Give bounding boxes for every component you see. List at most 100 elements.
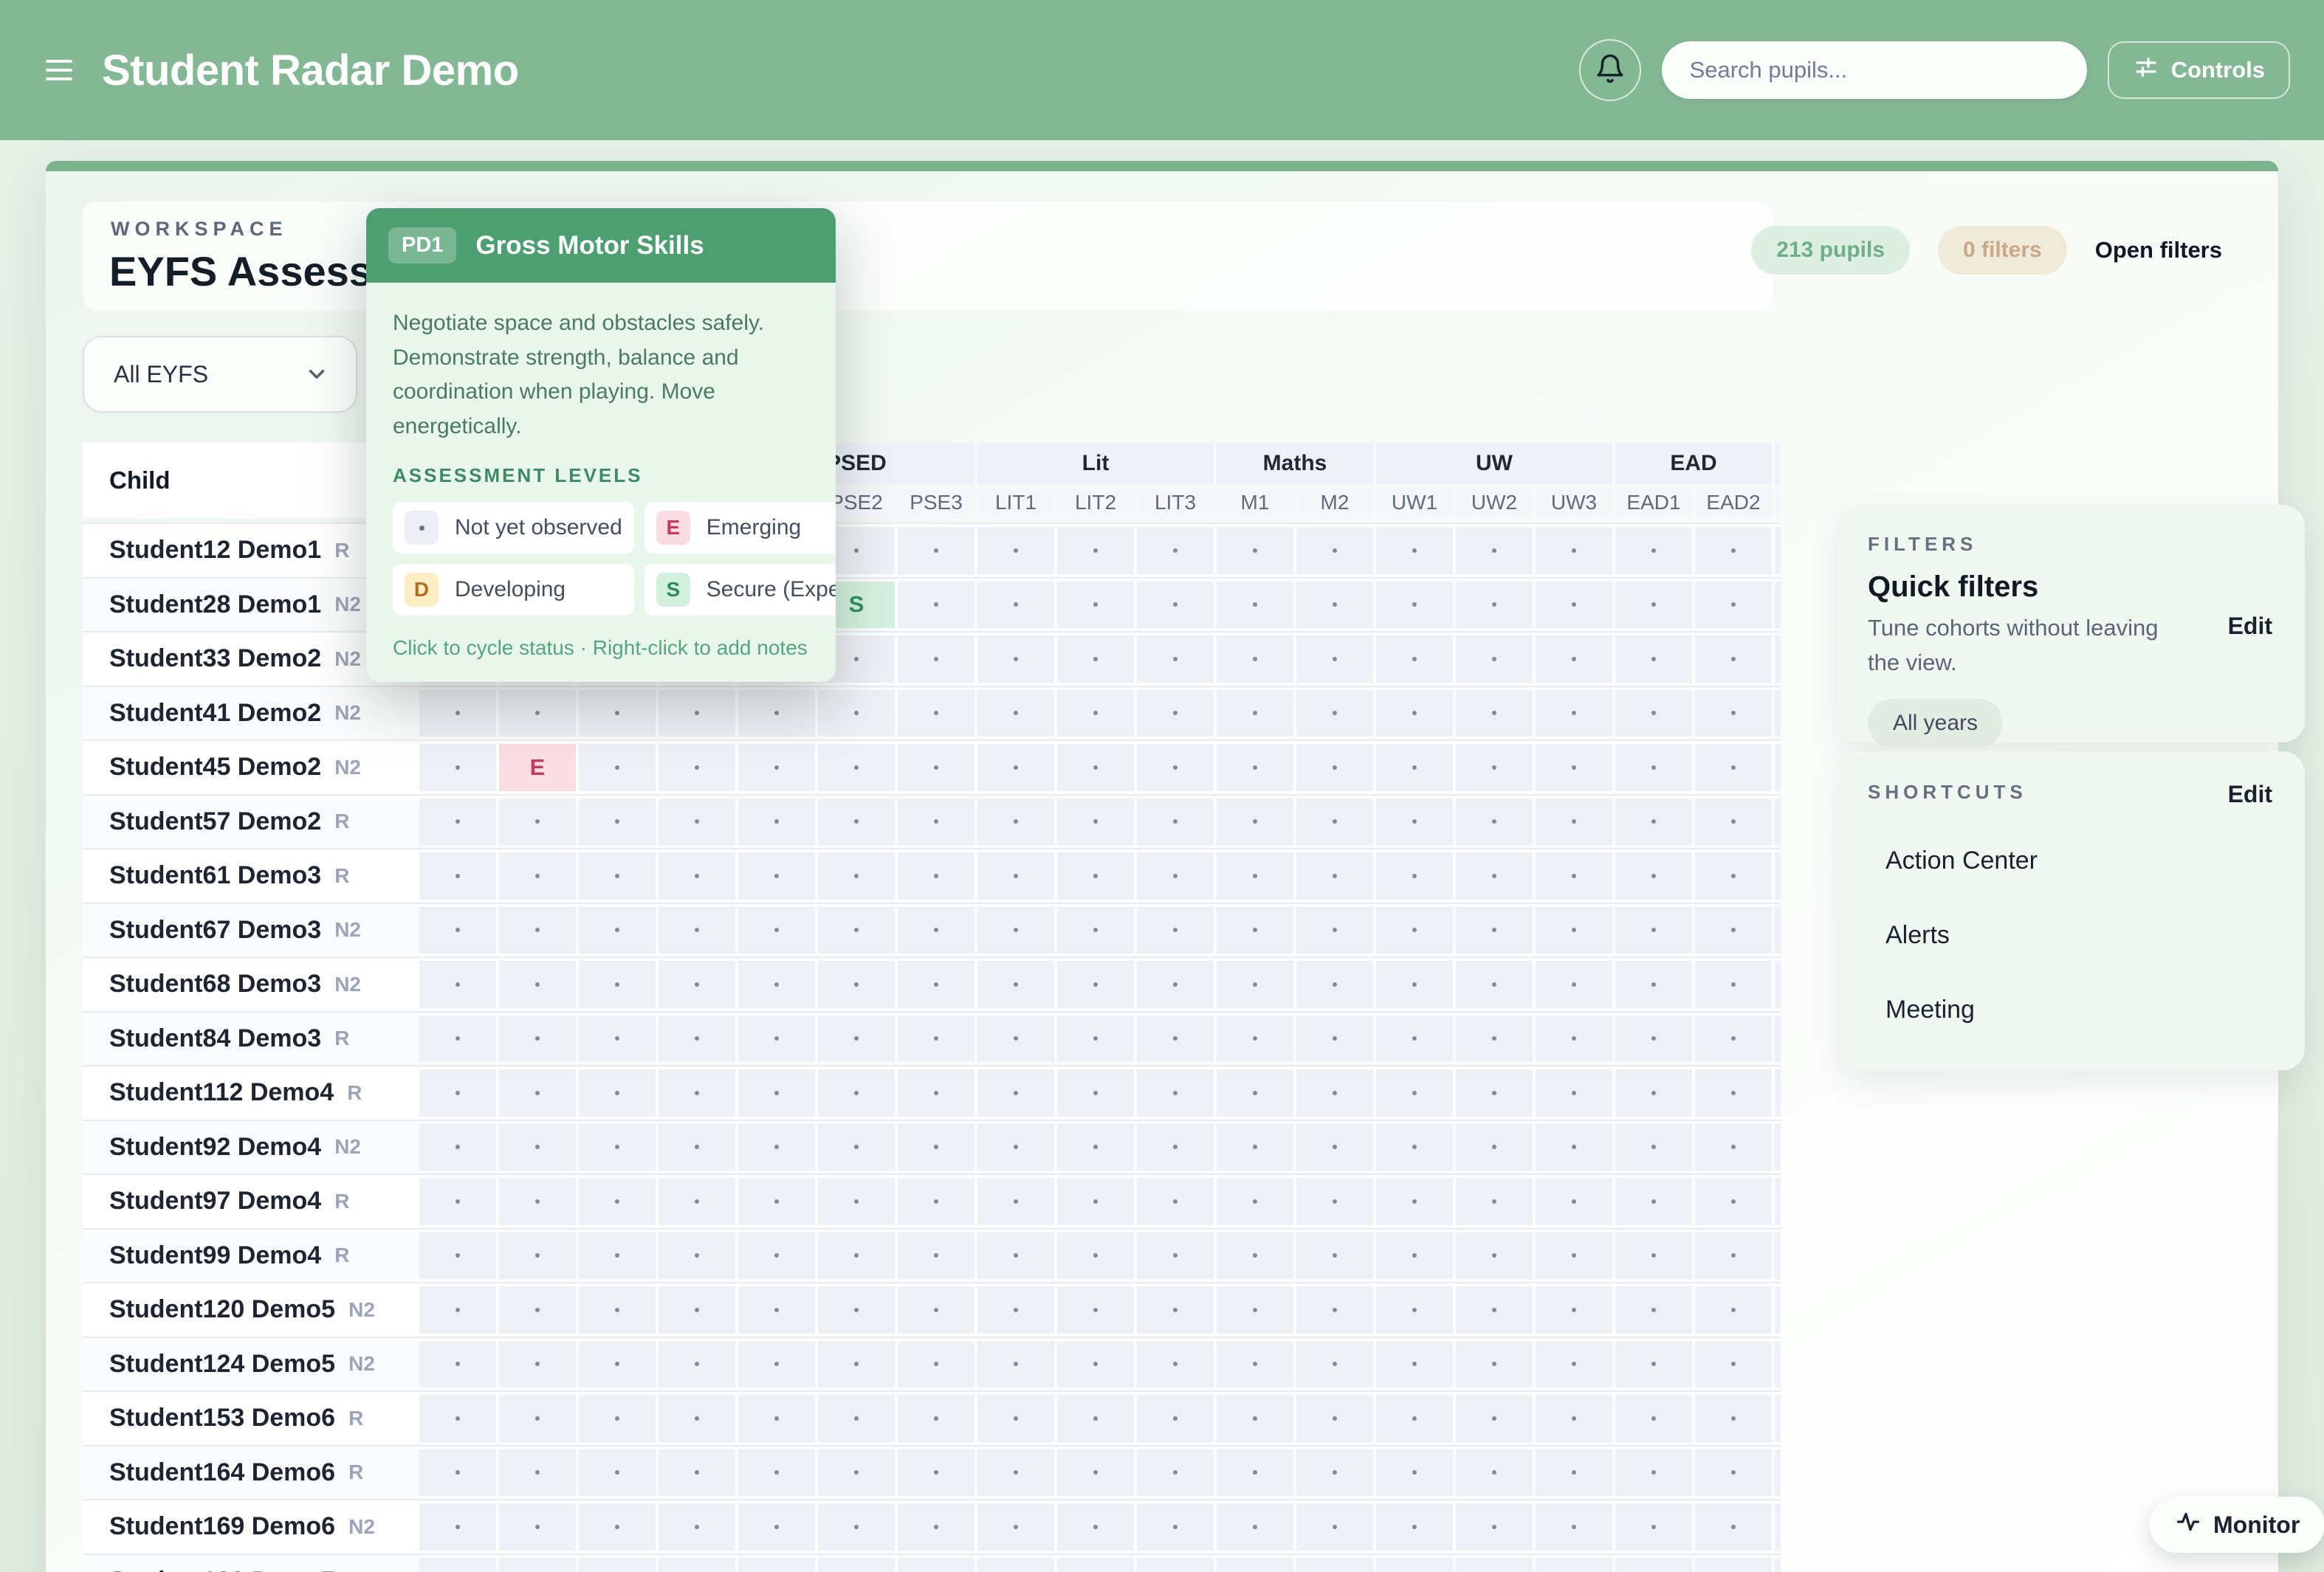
assessment-cell[interactable] (1296, 1069, 1373, 1117)
assessment-cell[interactable] (1536, 1016, 1612, 1063)
assessment-cell[interactable] (1695, 582, 1772, 629)
assessment-cell[interactable] (499, 1503, 576, 1551)
assessment-cell[interactable] (818, 1503, 895, 1551)
assessment-cell[interactable] (1217, 1178, 1293, 1225)
assessment-cell[interactable] (1217, 1124, 1293, 1171)
assessment-cell[interactable] (977, 582, 1054, 629)
assessment-cell[interactable] (898, 582, 974, 629)
assessment-cell[interactable] (1057, 1069, 1134, 1117)
assessment-cell[interactable] (1695, 1558, 1772, 1572)
assessment-cell[interactable] (1296, 907, 1373, 954)
assessment-cell[interactable] (1296, 744, 1373, 791)
assessment-cell[interactable] (499, 799, 576, 846)
assessment-cell[interactable] (898, 852, 974, 900)
assessment-cell[interactable] (419, 744, 496, 791)
assessment-cell[interactable] (1217, 582, 1293, 629)
assessment-cell[interactable] (1137, 907, 1214, 954)
scope-select[interactable]: All EYFS (83, 336, 357, 413)
shortcuts-edit-button[interactable]: Edit (2228, 781, 2272, 808)
shortcut-item[interactable]: Alerts (1885, 921, 2275, 950)
assessment-cell[interactable] (1376, 1069, 1453, 1117)
assessment-cell[interactable] (1615, 799, 1692, 846)
assessment-cell[interactable] (1376, 527, 1453, 574)
assessment-cell[interactable] (738, 1558, 815, 1572)
assessment-cell[interactable] (977, 1233, 1054, 1280)
assessment-cell[interactable] (1057, 1503, 1134, 1551)
assessment-cell[interactable] (1536, 1395, 1612, 1442)
assessment-cell[interactable] (1137, 1558, 1214, 1572)
assessment-cell[interactable] (1296, 1233, 1373, 1280)
assessment-cell[interactable] (1217, 1449, 1293, 1497)
assessment-cell[interactable] (1456, 1341, 1533, 1388)
assessment-cell[interactable] (1536, 1233, 1612, 1280)
assessment-cell[interactable] (1296, 1503, 1373, 1551)
assessment-cell[interactable] (499, 1449, 576, 1497)
assessment-cell[interactable] (1695, 1341, 1772, 1388)
assessment-cell[interactable] (1057, 961, 1134, 1008)
assessment-cell[interactable] (738, 1503, 815, 1551)
assessment-cell[interactable] (1137, 582, 1214, 629)
assessment-cell[interactable] (1376, 744, 1453, 791)
assessment-cell[interactable] (818, 1558, 895, 1572)
assessment-cell[interactable] (499, 1395, 576, 1442)
assessment-cell[interactable] (738, 1395, 815, 1442)
assessment-cell[interactable] (1296, 690, 1373, 737)
assessment-cell[interactable] (1615, 744, 1692, 791)
assessment-cell[interactable] (499, 1124, 576, 1171)
assessment-cell[interactable] (419, 852, 496, 900)
assessment-cell[interactable] (1057, 852, 1134, 900)
assessment-cell[interactable] (1695, 799, 1772, 846)
assessment-cell[interactable] (1456, 961, 1533, 1008)
assessment-cell[interactable] (1296, 582, 1373, 629)
assessment-cell[interactable] (1376, 582, 1453, 629)
assessment-cell[interactable] (738, 799, 815, 846)
assessment-cell[interactable] (977, 1341, 1054, 1388)
assessment-cell[interactable] (499, 1286, 576, 1334)
assessment-cell[interactable] (659, 1341, 735, 1388)
assessment-cell[interactable] (1296, 1286, 1373, 1334)
assessment-cell[interactable] (659, 907, 735, 954)
assessment-cell[interactable] (1536, 1449, 1612, 1497)
assessment-cell[interactable] (738, 1449, 815, 1497)
assessment-cell[interactable] (1296, 1558, 1373, 1572)
assessment-cell[interactable] (1217, 1558, 1293, 1572)
assessment-cell[interactable] (1376, 1558, 1453, 1572)
assessment-cell[interactable] (1296, 527, 1373, 574)
assessment-cell[interactable] (1137, 852, 1214, 900)
assessment-cell[interactable] (579, 1016, 656, 1063)
assessment-cell[interactable] (1615, 1233, 1692, 1280)
assessment-cell[interactable] (499, 852, 576, 900)
assessment-cell[interactable] (1137, 1124, 1214, 1171)
assessment-cell[interactable] (1296, 1178, 1373, 1225)
assessment-cell[interactable] (1296, 1395, 1373, 1442)
assessment-cell[interactable] (1456, 1558, 1533, 1572)
assessment-cell[interactable] (1057, 1016, 1134, 1063)
assessment-cell[interactable] (1296, 1016, 1373, 1063)
assessment-cell[interactable] (579, 1503, 656, 1551)
assessment-cell[interactable] (419, 961, 496, 1008)
assessment-cell[interactable] (818, 852, 895, 900)
open-filters-button[interactable]: Open filters (2095, 237, 2222, 263)
assessment-cell[interactable] (1615, 907, 1692, 954)
assessment-cell[interactable] (1536, 961, 1612, 1008)
assessment-cell[interactable] (1456, 582, 1533, 629)
assessment-cell[interactable] (898, 527, 974, 574)
assessment-cell[interactable] (1376, 1286, 1453, 1334)
assessment-cell[interactable] (1615, 1069, 1692, 1117)
assessment-cell[interactable] (1137, 1449, 1214, 1497)
assessment-cell[interactable] (738, 1124, 815, 1171)
assessment-cell[interactable] (1615, 1449, 1692, 1497)
assessment-cell[interactable] (1695, 635, 1772, 683)
assessment-cell[interactable] (1057, 1395, 1134, 1442)
assessment-cell[interactable] (1217, 961, 1293, 1008)
assessment-cell[interactable] (419, 1449, 496, 1497)
assessment-cell[interactable] (579, 799, 656, 846)
assessment-cell[interactable] (898, 1233, 974, 1280)
assessment-cell[interactable] (1057, 1286, 1134, 1334)
assessment-cell[interactable] (977, 1558, 1054, 1572)
assessment-cell[interactable] (1376, 961, 1453, 1008)
assessment-cell[interactable] (1456, 1069, 1533, 1117)
assessment-cell[interactable] (1536, 1341, 1612, 1388)
assessment-cell[interactable] (898, 1124, 974, 1171)
assessment-cell[interactable] (1217, 1016, 1293, 1063)
